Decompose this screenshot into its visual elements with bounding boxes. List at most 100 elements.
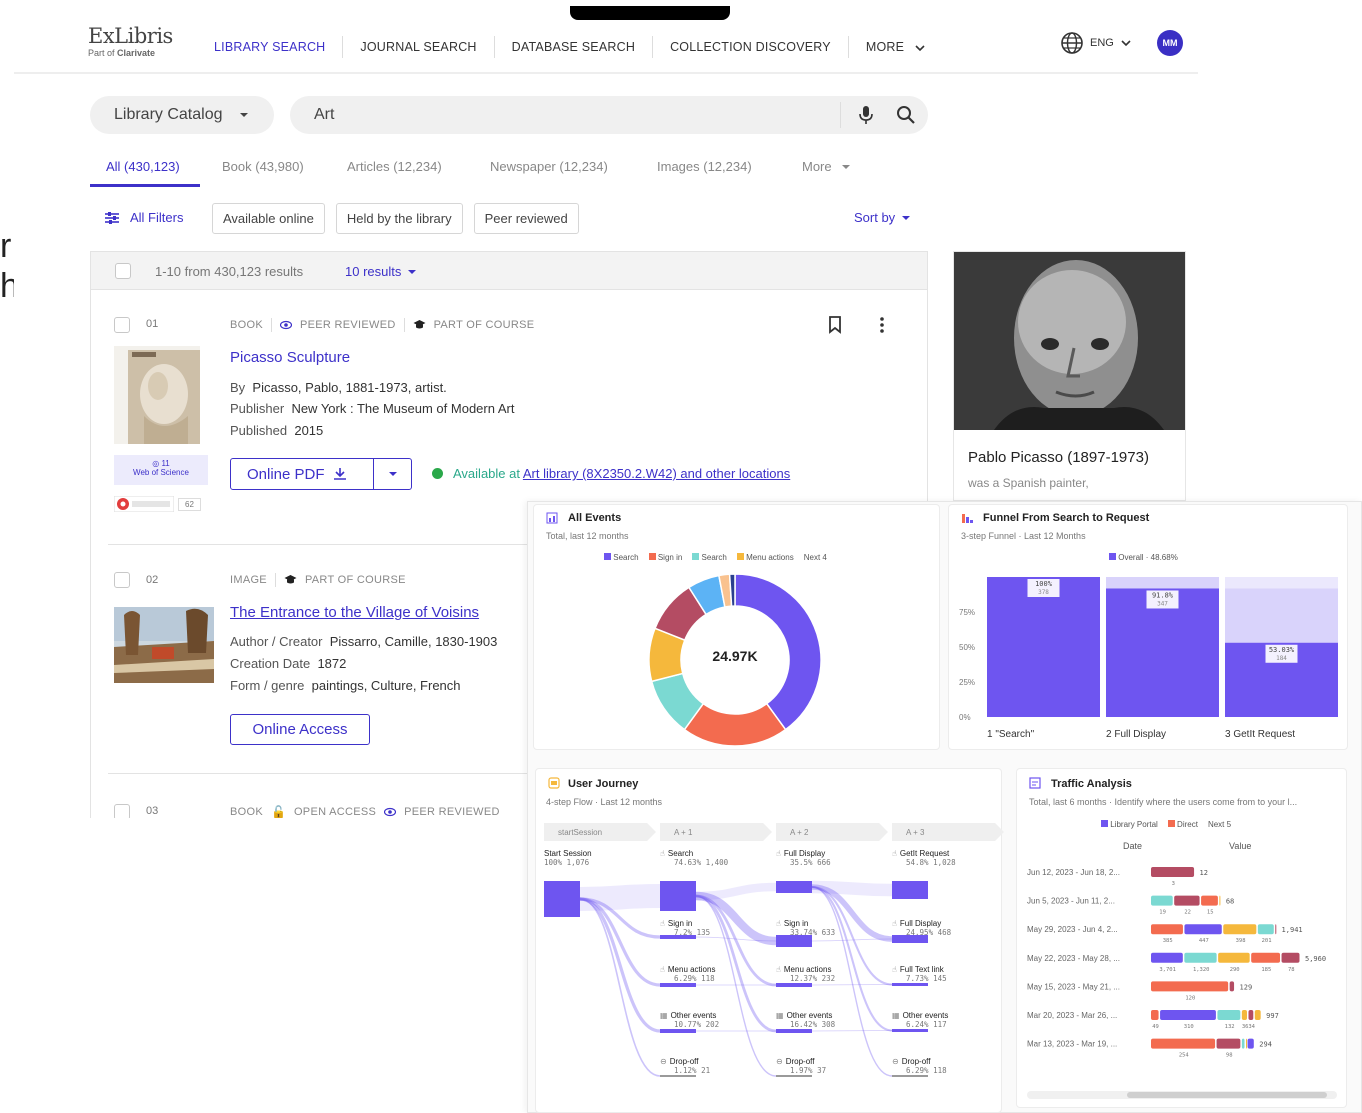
donut-slice[interactable]	[683, 702, 787, 747]
traffic-bar-segment[interactable]	[1275, 924, 1277, 935]
painting-thumbnail[interactable]	[114, 607, 214, 683]
search-input[interactable]	[314, 106, 834, 124]
search-icon[interactable]	[896, 105, 916, 125]
exlibris-logo[interactable]: ExLibris Part of Clarivate	[88, 24, 173, 58]
traffic-bar-segment[interactable]	[1216, 1038, 1241, 1049]
journey-node[interactable]: ☝ Search 74.63% 1,400	[660, 849, 728, 867]
traffic-bar-segment[interactable]	[1241, 1038, 1245, 1049]
legend-item[interactable]: Direct	[1167, 820, 1198, 829]
nav-collection-discovery[interactable]: COLLECTION DISCOVERY	[670, 40, 831, 54]
nav-more[interactable]: MORE	[866, 40, 926, 54]
journey-node-bar[interactable]	[892, 983, 928, 986]
altmetric-badge[interactable]: 62	[114, 496, 201, 512]
traffic-bar-segment[interactable]	[1217, 1010, 1241, 1020]
online-access-button[interactable]: Online Access	[230, 714, 370, 745]
traffic-bar-segment[interactable]	[1151, 952, 1183, 963]
tab-images[interactable]: Images (12,234)	[657, 159, 802, 174]
bookmark-icon[interactable]	[828, 316, 842, 334]
tab-all[interactable]: All (430,123)	[106, 159, 222, 174]
journey-node[interactable]: ☝ Sign in 33.74% 633	[776, 919, 835, 937]
microphone-icon[interactable]	[858, 105, 874, 125]
more-options-icon[interactable]	[878, 316, 886, 334]
traffic-bar-segment[interactable]	[1248, 1010, 1254, 1020]
tab-book[interactable]: Book (43,980)	[222, 159, 347, 174]
traffic-bar-segment[interactable]	[1246, 1038, 1248, 1049]
nav-database-search[interactable]: DATABASE SEARCH	[512, 40, 635, 54]
journey-node[interactable]: ☝ Menu actions 6.29% 118	[660, 965, 715, 983]
horizontal-scrollbar[interactable]	[1027, 1091, 1337, 1099]
journey-node-bar[interactable]	[660, 1075, 696, 1077]
journey-node[interactable]: ⊖ Drop-off 1.12% 21	[660, 1057, 710, 1075]
journey-node-bar[interactable]	[892, 1075, 928, 1077]
journey-node[interactable]: ☝ Full Text link 7.73% 145	[892, 965, 947, 983]
legend-item[interactable]: Search	[604, 553, 639, 562]
search-scope-dropdown[interactable]: Library Catalog	[90, 96, 274, 134]
online-pdf-options-toggle[interactable]	[374, 470, 411, 478]
legend-item[interactable]: Sign in	[648, 553, 682, 562]
chip-available-online[interactable]: Available online	[212, 203, 325, 234]
traffic-bar-segment[interactable]	[1254, 1010, 1261, 1020]
journey-node-bar[interactable]	[776, 1029, 812, 1033]
journey-node[interactable]: ☝ Sign in 7.2% 135	[660, 919, 710, 937]
traffic-bar-segment[interactable]	[1151, 924, 1183, 935]
traffic-bar-segment[interactable]	[1281, 952, 1300, 963]
legend-item[interactable]: Menu actions	[736, 553, 794, 562]
legend-next[interactable]: Next 5	[1208, 820, 1231, 829]
traffic-bar-segment[interactable]	[1201, 895, 1218, 906]
tab-newspaper[interactable]: Newspaper (12,234)	[490, 159, 657, 174]
result-title[interactable]: The Entrance to the Village of Voisins	[230, 604, 479, 621]
traffic-bar-segment[interactable]	[1184, 952, 1217, 963]
traffic-bar-segment[interactable]	[1174, 895, 1200, 906]
funnel-legend[interactable]: Overall · 48.68%	[1109, 553, 1178, 562]
journey-node-bar[interactable]	[660, 983, 696, 987]
result-checkbox[interactable]	[114, 572, 130, 588]
language-selector[interactable]: ENG	[1060, 31, 1132, 55]
journey-node[interactable]: ☝ Menu actions 12.37% 232	[776, 965, 835, 983]
funnel-bar[interactable]	[987, 577, 1100, 717]
journey-node-bar[interactable]	[892, 1029, 928, 1032]
nav-library-search[interactable]: LIBRARY SEARCH	[214, 40, 325, 54]
chip-peer-reviewed[interactable]: Peer reviewed	[473, 203, 579, 234]
journey-node[interactable]: ▦ Other events 10.77% 202	[660, 1011, 719, 1029]
journey-node[interactable]: ☝ GetIt Request 54.8% 1,028	[892, 849, 956, 867]
result-checkbox[interactable]	[114, 317, 130, 333]
legend-item[interactable]: Library Portal	[1101, 820, 1158, 829]
results-per-page-dropdown[interactable]: 10 results	[345, 264, 417, 279]
person-name[interactable]: Pablo Picasso (1897-1973)	[968, 449, 1171, 466]
journey-node[interactable]: ⊖ Drop-off 6.29% 118	[892, 1057, 947, 1075]
journey-node-bar[interactable]	[776, 881, 812, 893]
journey-node[interactable]: ☝ Full Display 35.5% 666	[776, 849, 831, 867]
legend-item[interactable]: Search	[692, 553, 727, 562]
traffic-bar-segment[interactable]	[1151, 1038, 1216, 1049]
journey-node-bar[interactable]	[776, 1075, 812, 1077]
journey-node-bar[interactable]	[660, 881, 696, 911]
traffic-bar-segment[interactable]	[1251, 952, 1281, 963]
traffic-bar-segment[interactable]	[1257, 924, 1274, 935]
chip-held-by-library[interactable]: Held by the library	[335, 203, 463, 234]
traffic-bar-segment[interactable]	[1151, 895, 1173, 906]
user-avatar[interactable]: MM	[1157, 30, 1183, 56]
tab-more[interactable]: More	[802, 159, 851, 174]
traffic-bar-segment[interactable]	[1151, 981, 1229, 992]
traffic-bar-segment[interactable]	[1223, 924, 1257, 935]
legend-next[interactable]: Next 4	[804, 553, 827, 562]
tab-articles[interactable]: Articles (12,234)	[347, 159, 490, 174]
web-of-science-badge[interactable]: ◎ 11 Web of Science	[114, 455, 208, 485]
traffic-bar-segment[interactable]	[1229, 981, 1235, 992]
traffic-bar-segment[interactable]	[1219, 895, 1221, 906]
nav-journal-search[interactable]: JOURNAL SEARCH	[360, 40, 476, 54]
traffic-bar-segment[interactable]	[1151, 1010, 1159, 1020]
journey-node-bar[interactable]	[776, 983, 812, 987]
traffic-bar-segment[interactable]	[1184, 924, 1222, 935]
result-checkbox[interactable]	[114, 804, 130, 818]
journey-node[interactable]: ☝ Full Display 24.95% 468	[892, 919, 951, 937]
traffic-bar-segment[interactable]	[1247, 1038, 1254, 1049]
journey-node[interactable]: ⊖ Drop-off 1.97% 37	[776, 1057, 826, 1075]
scrollbar-thumb[interactable]	[1127, 1092, 1327, 1098]
journey-node-bar[interactable]	[660, 1029, 696, 1033]
journey-start-node[interactable]	[544, 881, 580, 917]
availability-link[interactable]: Art library (8X2350.2.W42) and other loc…	[523, 466, 790, 481]
traffic-bar-segment[interactable]	[1218, 952, 1250, 963]
online-pdf-button[interactable]: Online PDF	[231, 466, 373, 483]
journey-node[interactable]: ▦ Other events 6.24% 117	[892, 1011, 948, 1029]
